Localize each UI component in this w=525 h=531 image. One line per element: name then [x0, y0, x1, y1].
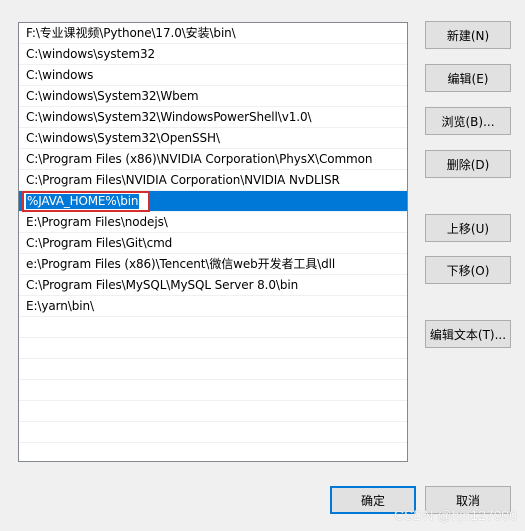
path-list-item-text: F:\专业课视频\Pythone\17.0\安装\bin\ — [26, 26, 236, 40]
path-list-item[interactable]: C:\windows\System32\WindowsPowerShell\v1… — [19, 107, 407, 128]
browse-button[interactable]: 浏览(B)... — [425, 107, 511, 135]
path-list-item[interactable]: C:\windows\System32\OpenSSH\ — [19, 128, 407, 149]
path-list-item[interactable]: C:\Program Files (x86)\NVIDIA Corporatio… — [19, 149, 407, 170]
edit-text-button[interactable]: 编辑文本(T)... — [425, 320, 511, 348]
path-list-item[interactable]: E:\yarn\bin\ — [19, 296, 407, 317]
path-list-item[interactable]: C:\windows\System32\Wbem — [19, 86, 407, 107]
path-list-empty-row — [19, 317, 407, 338]
path-list-item-text: C:\Program Files\MySQL\MySQL Server 8.0\… — [26, 278, 299, 292]
path-list-item-selected[interactable]: %JAVA_HOME%\bin — [19, 191, 407, 212]
path-list-empty-row — [19, 359, 407, 380]
edit-button[interactable]: 编辑(E) — [425, 64, 511, 92]
path-list-item-text: C:\Program Files (x86)\NVIDIA Corporatio… — [26, 152, 373, 166]
path-list-item[interactable]: E:\Program Files\nodejs\ — [19, 212, 407, 233]
path-list-item[interactable]: C:\Program Files\MySQL\MySQL Server 8.0\… — [19, 275, 407, 296]
path-list-item[interactable]: C:\windows\system32 — [19, 44, 407, 65]
path-list-item[interactable]: F:\专业课视频\Pythone\17.0\安装\bin\ — [19, 23, 407, 44]
path-list-item[interactable]: C:\windows — [19, 65, 407, 86]
path-list-item-text: E:\yarn\bin\ — [26, 299, 94, 313]
path-list-item[interactable]: C:\Program Files\NVIDIA Corporation\NVID… — [19, 170, 407, 191]
path-list-item-text: C:\Program Files\Git\cmd — [26, 236, 173, 250]
path-list-item-text: C:\windows\System32\Wbem — [26, 89, 199, 103]
path-list-item[interactable]: e:\Program Files (x86)\Tencent\微信web开发者工… — [19, 254, 407, 275]
path-edit-field[interactable]: %JAVA_HOME%\bin — [22, 191, 150, 212]
path-list-item-text: e:\Program Files (x86)\Tencent\微信web开发者工… — [26, 257, 336, 271]
path-list-item-text: C:\windows\System32\OpenSSH\ — [26, 131, 220, 145]
path-list-empty-row — [19, 422, 407, 443]
delete-button[interactable]: 删除(D) — [425, 150, 511, 178]
path-list-item-text: E:\Program Files\nodejs\ — [26, 215, 168, 229]
path-list-item-text: C:\windows\System32\WindowsPowerShell\v1… — [26, 110, 312, 124]
path-list[interactable]: F:\专业课视频\Pythone\17.0\安装\bin\ C:\windows… — [18, 22, 408, 462]
watermark: CSDN @hjn127000 — [393, 507, 517, 523]
path-list-empty-row — [19, 338, 407, 359]
move-down-button[interactable]: 下移(O) — [425, 256, 511, 284]
move-up-button[interactable]: 上移(U) — [425, 214, 511, 242]
new-button[interactable]: 新建(N) — [425, 21, 511, 49]
path-edit-field-text[interactable]: %JAVA_HOME%\bin — [26, 194, 140, 209]
path-list-item-text: C:\windows — [26, 68, 94, 82]
path-list-item-text: C:\Program Files\NVIDIA Corporation\NVID… — [26, 173, 340, 187]
path-list-item[interactable]: C:\Program Files\Git\cmd — [19, 233, 407, 254]
path-list-item-text: C:\windows\system32 — [26, 47, 156, 61]
path-list-empty-row — [19, 401, 407, 422]
path-list-empty-row — [19, 380, 407, 401]
